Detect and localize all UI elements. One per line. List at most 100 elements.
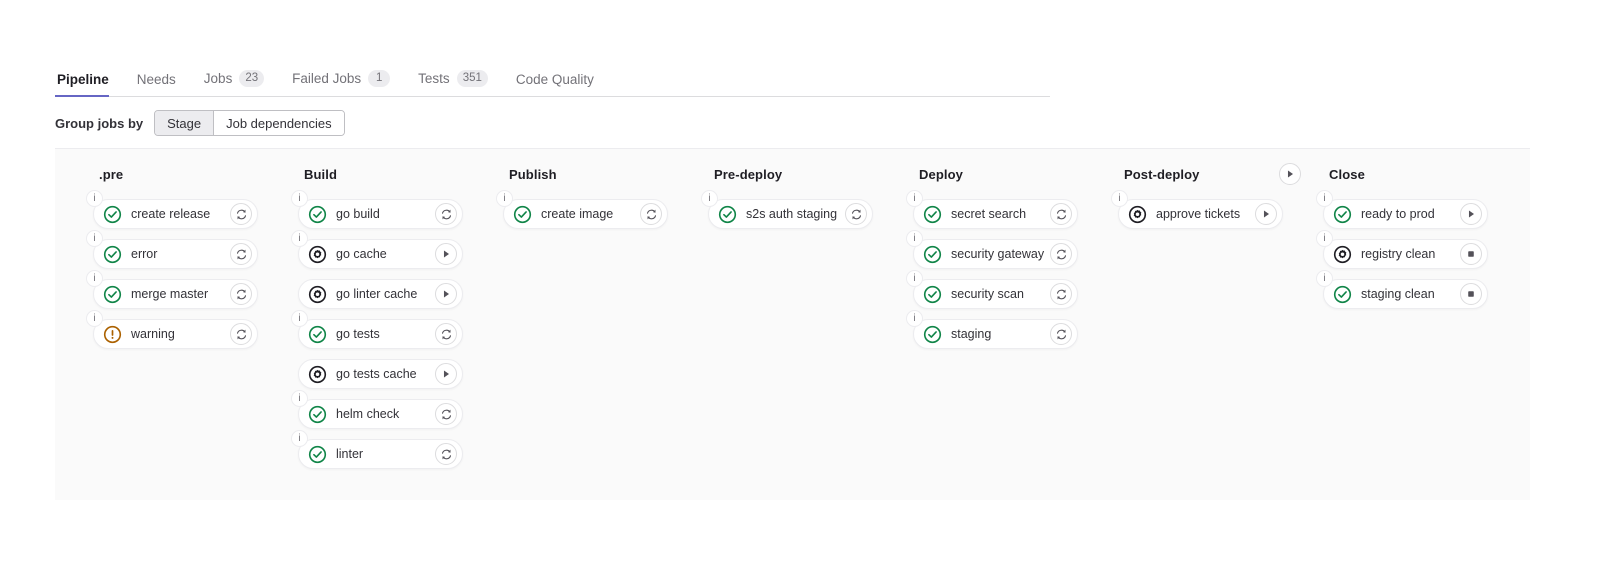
job-play-button[interactable] [435,283,457,305]
job-card[interactable]: go cache [298,239,463,269]
tab-tests[interactable]: Tests 351 [416,70,498,96]
job-info-icon[interactable]: i [86,310,103,327]
stage-title: Pre-deploy [714,166,783,182]
job-name: staging [951,327,992,341]
job-card[interactable]: merge master [93,279,258,309]
stage-title: Close [1329,166,1365,182]
pipeline-tabs: Pipeline Needs Jobs 23 Failed Jobs 1 Tests 351 C… [55,64,1050,97]
tab-jobs[interactable]: Jobs 23 [202,70,274,96]
job-stop-button[interactable] [1460,243,1482,265]
job-info-icon[interactable]: i [291,310,308,327]
job-card[interactable]: go tests [298,319,463,349]
job-retry-button[interactable] [1050,283,1072,305]
job-card[interactable]: warning [93,319,258,349]
job-info-icon[interactable]: i [1111,190,1128,207]
tab-failed-jobs[interactable]: Failed Jobs 1 [290,70,400,96]
job-retry-button[interactable] [230,203,252,225]
job-retry-button[interactable] [640,203,662,225]
job-list: i approve tickets [1100,190,1305,229]
job-card[interactable]: s2s auth staging [708,199,873,229]
job-retry-button[interactable] [435,403,457,425]
job-retry-button[interactable] [435,323,457,345]
job-info-icon[interactable]: i [906,270,923,287]
stage-title: Deploy [919,166,963,182]
job-card[interactable]: staging clean [1323,279,1488,309]
check-circle-icon [923,325,942,344]
job-item: i go tests [291,310,463,349]
job-info-icon[interactable]: i [291,230,308,247]
job-play-button[interactable] [435,243,457,265]
job-info-icon[interactable]: i [496,190,513,207]
job-item: i merge master [86,270,258,309]
job-retry-button[interactable] [435,443,457,465]
job-list: i go build i go cache i go linter cache [280,190,485,469]
job-item: i approve tickets [1111,190,1283,229]
stage-header: .pre [75,163,280,185]
job-retry-button[interactable] [230,323,252,345]
job-retry-button[interactable] [1050,203,1072,225]
job-info-icon[interactable]: i [291,430,308,447]
job-info-icon[interactable]: i [906,310,923,327]
job-card[interactable]: security gateway [913,239,1078,269]
group-by-job-dependencies-button[interactable]: Job dependencies [213,111,344,135]
check-circle-icon [923,285,942,304]
job-card[interactable]: error [93,239,258,269]
check-circle-icon [513,205,532,224]
tab-label: Needs [136,72,176,87]
job-card[interactable]: create release [93,199,258,229]
tab-label: Tests [418,71,450,86]
job-card[interactable]: approve tickets [1118,199,1283,229]
tab-code-quality[interactable]: Code Quality [514,72,604,96]
job-name: registry clean [1361,247,1436,261]
job-card[interactable]: helm check [298,399,463,429]
job-card[interactable]: create image [503,199,668,229]
job-card[interactable]: ready to prod [1323,199,1488,229]
job-card[interactable]: security scan [913,279,1078,309]
warning-icon [103,325,122,344]
job-info-icon[interactable]: i [291,190,308,207]
job-play-button[interactable] [435,363,457,385]
job-info-icon[interactable]: i [1316,230,1333,247]
job-card[interactable]: linter [298,439,463,469]
check-circle-icon [718,205,737,224]
job-info-icon[interactable]: i [86,230,103,247]
job-retry-button[interactable] [230,283,252,305]
job-play-button[interactable] [1255,203,1277,225]
job-card[interactable]: registry clean [1323,239,1488,269]
job-card[interactable]: go build [298,199,463,229]
job-info-icon[interactable]: i [701,190,718,207]
job-retry-button[interactable] [1050,243,1072,265]
tab-pipeline[interactable]: Pipeline [55,72,119,97]
group-by-stage-button[interactable]: Stage [155,111,214,135]
job-info-icon[interactable]: i [906,230,923,247]
job-info-icon[interactable]: i [86,190,103,207]
job-card[interactable]: go linter cache [298,279,463,309]
manual-gear-icon [308,245,327,264]
stage-title: Publish [509,166,557,182]
job-info-icon[interactable]: i [1316,270,1333,287]
job-info-icon[interactable]: i [291,390,308,407]
tab-label: Failed Jobs [292,71,362,86]
job-item: i staging [906,310,1078,349]
job-info-icon[interactable]: i [86,270,103,287]
job-info-icon[interactable]: i [1316,190,1333,207]
job-name: go tests cache [336,367,417,381]
job-card[interactable]: staging [913,319,1078,349]
job-card[interactable]: secret search [913,199,1078,229]
check-circle-icon [308,445,327,464]
job-retry-button[interactable] [230,243,252,265]
job-info-icon[interactable]: i [906,190,923,207]
job-card[interactable]: go tests cache [298,359,463,389]
stage-header: Deploy [895,163,1100,185]
job-name: secret search [951,207,1027,221]
tab-label: Pipeline [57,72,109,87]
job-play-button[interactable] [1460,203,1482,225]
job-stop-button[interactable] [1460,283,1482,305]
job-name: create image [541,207,614,221]
job-retry-button[interactable] [1050,323,1072,345]
tab-needs[interactable]: Needs [135,72,186,96]
job-name: approve tickets [1156,207,1241,221]
job-retry-button[interactable] [845,203,867,225]
stage-run-all-button[interactable] [1279,163,1301,185]
job-retry-button[interactable] [435,203,457,225]
